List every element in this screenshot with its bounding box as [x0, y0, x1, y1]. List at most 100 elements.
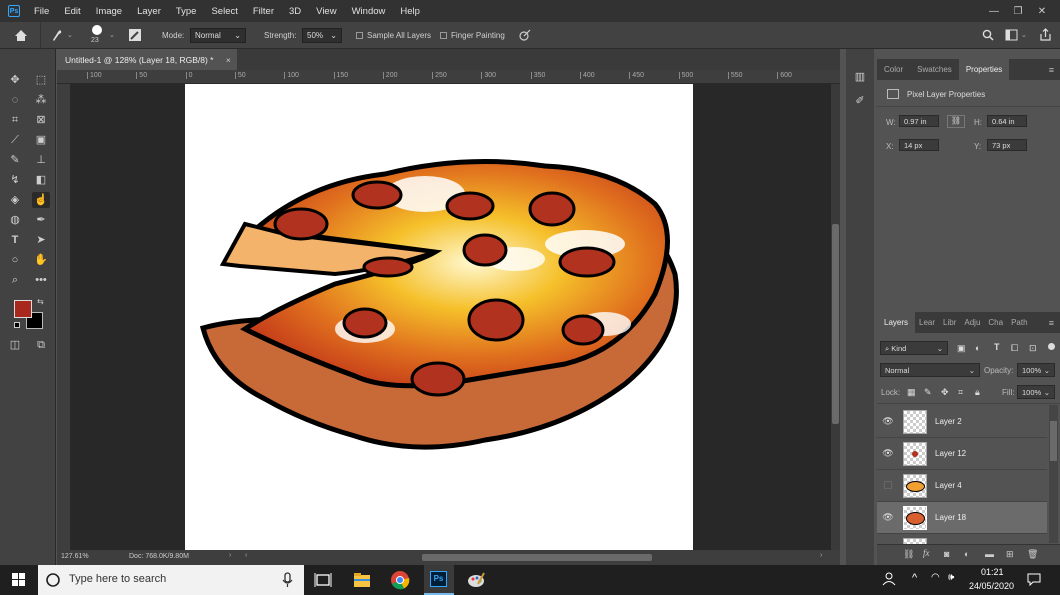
crop-tool-icon[interactable]: ⌗ [6, 112, 24, 128]
visibility-eye-icon[interactable]: 👁︎ [877, 416, 899, 427]
eyedropper-tool-icon[interactable]: ⟋ [6, 132, 24, 148]
filter-type-icon[interactable]: T [994, 342, 1000, 352]
brush-panel-icon[interactable]: ✐ [851, 93, 869, 109]
lock-artboard-icon[interactable]: ⌗ [958, 387, 963, 398]
chrome-icon[interactable] [390, 570, 410, 590]
swap-colors-icon[interactable]: ⇆ [37, 297, 44, 306]
path-selection-tool-icon[interactable]: ➤ [32, 232, 50, 248]
lock-pixels-icon[interactable]: ✎ [924, 387, 932, 398]
layer-filter-select[interactable]: ⌕ Kind ⌄ [880, 341, 948, 355]
adjustment-layer-icon[interactable]: ◐ [964, 549, 969, 559]
tab-swatches[interactable]: Swatches [910, 59, 959, 80]
tab-layers[interactable]: Layers [877, 312, 916, 333]
workspace-icon[interactable] [1005, 29, 1019, 41]
scrollbar-thumb[interactable] [832, 224, 839, 424]
pen-tool-icon[interactable]: ✒ [32, 212, 50, 228]
notifications-icon[interactable] [1027, 572, 1041, 586]
panel-menu-icon[interactable]: ≡ [1049, 318, 1054, 328]
sample-all-layers-checkbox[interactable] [356, 32, 363, 39]
canvas-area[interactable] [71, 84, 831, 550]
lasso-tool-icon[interactable]: ◌ [6, 92, 24, 108]
menu-filter[interactable]: Filter [253, 6, 274, 17]
layers-scrollbar[interactable] [1049, 405, 1058, 543]
windows-start-icon[interactable] [12, 573, 26, 587]
type-tool-icon[interactable]: T [6, 232, 24, 248]
brush-preview-icon[interactable] [92, 25, 102, 35]
chevron-down-icon[interactable]: ⌄ [109, 31, 115, 39]
paint-bucket-tool-icon[interactable]: ◈ [6, 192, 24, 208]
volume-icon[interactable]: 🕪︎ [948, 572, 954, 583]
microphone-icon[interactable] [282, 572, 294, 588]
dodge-tool-icon[interactable]: ◍ [6, 212, 24, 228]
document-canvas[interactable] [185, 84, 693, 550]
tab-channels[interactable]: Cha [984, 312, 1007, 333]
smudge-tool-icon[interactable]: ☝ [32, 192, 50, 208]
menu-window[interactable]: Window [352, 6, 386, 17]
add-mask-icon[interactable]: ◙ [944, 549, 949, 559]
photoshop-taskbar-button[interactable]: Ps [424, 565, 454, 595]
menu-file[interactable]: File [34, 6, 49, 17]
blend-mode-select[interactable]: Normal ⌄ [880, 363, 980, 377]
frame-tool-icon[interactable]: ⊠ [32, 112, 50, 128]
x-field[interactable]: 14 px [899, 139, 939, 151]
history-panel-icon[interactable]: ▥ [851, 69, 869, 85]
close-window-button[interactable]: ✕ [1030, 6, 1054, 17]
magic-wand-tool-icon[interactable]: ⁂ [32, 92, 50, 108]
layer-row-4[interactable]: Layer 4 [877, 470, 1047, 502]
menu-layer[interactable]: Layer [137, 6, 161, 17]
smudge-tool-icon[interactable] [49, 28, 63, 42]
chevron-up-icon[interactable]: ^ [912, 572, 917, 584]
marquee-tool-icon[interactable]: ⬚ [32, 72, 50, 88]
y-field[interactable]: 73 px [987, 139, 1027, 151]
healing-brush-tool-icon[interactable]: ▣ [32, 132, 50, 148]
search-icon[interactable] [982, 29, 994, 41]
restore-button[interactable]: ❐ [1006, 6, 1030, 17]
horizontal-scrollbar-thumb[interactable] [422, 554, 652, 561]
minimize-button[interactable]: — [982, 6, 1006, 17]
taskbar-search-box[interactable]: Type here to search [38, 565, 304, 595]
hand-tool-icon[interactable]: ✋ [32, 252, 50, 268]
mode-select[interactable]: Normal ⌄ [190, 28, 246, 43]
layer-style-icon[interactable]: fx [923, 548, 930, 558]
fill-field[interactable]: 100% ⌄ [1017, 385, 1055, 399]
new-group-icon[interactable]: ▬ [985, 549, 994, 559]
scroll-right-icon[interactable]: › [820, 552, 822, 559]
scroll-left-icon[interactable]: ‹ [245, 552, 247, 559]
zoom-level[interactable]: 127.61% [61, 553, 89, 560]
strength-field[interactable]: 50% ⌄ [302, 28, 342, 43]
lock-all-icon[interactable]: 🔒︎ [975, 387, 980, 398]
new-layer-icon[interactable]: ⊞ [1006, 549, 1014, 560]
filter-toggle-icon[interactable] [1048, 343, 1055, 350]
tab-libraries[interactable]: Libr [939, 312, 960, 333]
screen-mode-icon[interactable]: ⧉ [32, 337, 50, 353]
brush-tool-icon[interactable]: ✎ [6, 152, 24, 168]
menu-type[interactable]: Type [176, 6, 197, 17]
paint-app-icon[interactable] [466, 570, 486, 590]
filter-smart-object-icon[interactable]: ⊡ [1029, 343, 1037, 354]
file-explorer-icon[interactable] [352, 570, 372, 590]
link-layers-icon[interactable]: ⛓ [903, 549, 914, 560]
ellipse-tool-icon[interactable]: ○ [6, 252, 24, 268]
share-icon[interactable] [1039, 28, 1052, 42]
brush-settings-icon[interactable] [128, 28, 142, 42]
lock-position-icon[interactable]: ✥ [941, 387, 949, 398]
more-tools-icon[interactable]: ••• [32, 272, 50, 288]
height-field[interactable]: 0.64 in [987, 115, 1027, 127]
menu-3d[interactable]: 3D [289, 6, 301, 17]
eraser-tool-icon[interactable]: ◧ [32, 172, 50, 188]
tab-color[interactable]: Color [877, 59, 910, 80]
chevron-down-icon[interactable]: ⌄ [67, 31, 73, 39]
opacity-field[interactable]: 100% ⌄ [1017, 363, 1055, 377]
network-icon[interactable]: ◠ [931, 572, 940, 583]
tab-properties[interactable]: Properties [958, 59, 1010, 80]
menu-help[interactable]: Help [400, 6, 420, 17]
document-tab[interactable]: Untitled-1 @ 128% (Layer 18, RGB/8) * × [57, 49, 237, 70]
quick-mask-icon[interactable]: ◫ [6, 337, 24, 353]
menu-edit[interactable]: Edit [64, 6, 80, 17]
clock-time[interactable]: 01:21 [981, 567, 1004, 577]
history-brush-tool-icon[interactable]: ↯ [6, 172, 24, 188]
clone-stamp-tool-icon[interactable]: ⊥ [32, 152, 50, 168]
visibility-eye-icon[interactable]: 👁︎ [877, 448, 899, 459]
layer-row-2[interactable]: 👁︎ Layer 2 [877, 406, 1047, 438]
tab-adjustments[interactable]: Adju [960, 312, 984, 333]
